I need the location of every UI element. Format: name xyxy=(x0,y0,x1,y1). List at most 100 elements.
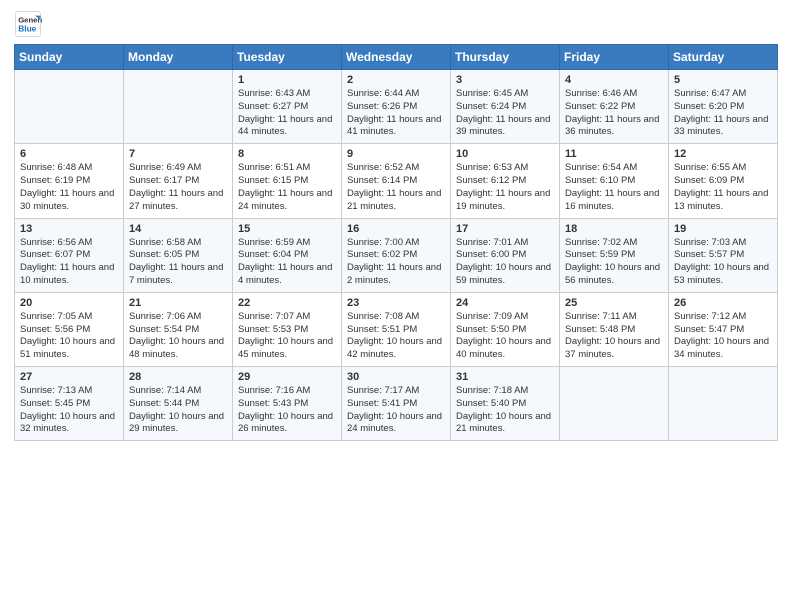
calendar-cell: 26 Sunrise: 7:12 AM Sunset: 5:47 PM Dayli… xyxy=(669,292,778,366)
day-info: Sunrise: 6:48 AM Sunset: 6:19 PM Dayligh… xyxy=(20,162,118,213)
calendar-cell: 10Sunrise: 6:53 AM Sunset: 6:12 PM Dayli… xyxy=(451,144,560,218)
day-number: 3 xyxy=(456,74,554,86)
calendar-cell xyxy=(669,367,778,441)
calendar-cell: 13 Sunrise: 6:56 AM Sunset: 6:07 PM Dayli… xyxy=(15,218,124,292)
calendar-header-tuesday: Tuesday xyxy=(233,45,342,70)
day-number: 29 xyxy=(238,371,336,383)
day-info: Sunrise: 6:47 AM Sunset: 6:20 PM Dayligh… xyxy=(674,88,772,139)
calendar-cell: 27 Sunrise: 7:13 AM Sunset: 5:45 PM Dayli… xyxy=(15,367,124,441)
calendar-header-friday: Friday xyxy=(560,45,669,70)
day-info: Sunrise: 6:52 AM Sunset: 6:14 PM Dayligh… xyxy=(347,162,445,213)
calendar-week-row: 6Sunrise: 6:48 AM Sunset: 6:19 PM Daylig… xyxy=(15,144,778,218)
calendar-cell: 17 Sunrise: 7:01 AM Sunset: 6:00 PM Dayli… xyxy=(451,218,560,292)
calendar-cell xyxy=(560,367,669,441)
day-number: 16 xyxy=(347,223,445,235)
page: General Blue SundayMondayTuesdayWednesda… xyxy=(0,0,792,612)
day-info: Sunrise: 7:12 AM Sunset: 5:47 PM Dayligh… xyxy=(674,311,772,362)
calendar-cell: 1 Sunrise: 6:43 AM Sunset: 6:27 PM Daylig… xyxy=(233,70,342,144)
day-info: Sunrise: 6:56 AM Sunset: 6:07 PM Dayligh… xyxy=(20,237,118,288)
calendar-cell: 16 Sunrise: 7:00 AM Sunset: 6:02 PM Dayli… xyxy=(342,218,451,292)
header: General Blue xyxy=(14,10,778,38)
calendar-cell xyxy=(124,70,233,144)
day-info: Sunrise: 7:18 AM Sunset: 5:40 PM Dayligh… xyxy=(456,385,554,436)
day-number: 21 xyxy=(129,297,227,309)
day-number: 26 xyxy=(674,297,772,309)
day-number: 15 xyxy=(238,223,336,235)
calendar-cell: 24 Sunrise: 7:09 AM Sunset: 5:50 PM Dayli… xyxy=(451,292,560,366)
day-info: Sunrise: 6:51 AM Sunset: 6:15 PM Dayligh… xyxy=(238,162,336,213)
calendar-table: SundayMondayTuesdayWednesdayThursdayFrid… xyxy=(14,44,778,441)
calendar-week-row: 13 Sunrise: 6:56 AM Sunset: 6:07 PM Dayli… xyxy=(15,218,778,292)
logo-icon: General Blue xyxy=(14,10,42,38)
day-info: Sunrise: 7:11 AM Sunset: 5:48 PM Dayligh… xyxy=(565,311,663,362)
day-number: 4 xyxy=(565,74,663,86)
day-info: Sunrise: 7:13 AM Sunset: 5:45 PM Dayligh… xyxy=(20,385,118,436)
day-number: 23 xyxy=(347,297,445,309)
day-number: 1 xyxy=(238,74,336,86)
calendar-cell: 5 Sunrise: 6:47 AM Sunset: 6:20 PM Daylig… xyxy=(669,70,778,144)
day-info: Sunrise: 6:45 AM Sunset: 6:24 PM Dayligh… xyxy=(456,88,554,139)
day-info: Sunrise: 6:43 AM Sunset: 6:27 PM Dayligh… xyxy=(238,88,336,139)
day-number: 14 xyxy=(129,223,227,235)
day-number: 30 xyxy=(347,371,445,383)
day-number: 22 xyxy=(238,297,336,309)
day-number: 27 xyxy=(20,371,118,383)
day-info: Sunrise: 7:06 AM Sunset: 5:54 PM Dayligh… xyxy=(129,311,227,362)
day-number: 13 xyxy=(20,223,118,235)
day-number: 5 xyxy=(674,74,772,86)
day-info: Sunrise: 7:01 AM Sunset: 6:00 PM Dayligh… xyxy=(456,237,554,288)
calendar-week-row: 27 Sunrise: 7:13 AM Sunset: 5:45 PM Dayli… xyxy=(15,367,778,441)
calendar-header-sunday: Sunday xyxy=(15,45,124,70)
day-info: Sunrise: 7:09 AM Sunset: 5:50 PM Dayligh… xyxy=(456,311,554,362)
day-info: Sunrise: 7:00 AM Sunset: 6:02 PM Dayligh… xyxy=(347,237,445,288)
day-info: Sunrise: 7:07 AM Sunset: 5:53 PM Dayligh… xyxy=(238,311,336,362)
day-info: Sunrise: 7:17 AM Sunset: 5:41 PM Dayligh… xyxy=(347,385,445,436)
calendar-cell: 6Sunrise: 6:48 AM Sunset: 6:19 PM Daylig… xyxy=(15,144,124,218)
calendar-cell: 7 Sunrise: 6:49 AM Sunset: 6:17 PM Daylig… xyxy=(124,144,233,218)
calendar-header-wednesday: Wednesday xyxy=(342,45,451,70)
day-info: Sunrise: 6:55 AM Sunset: 6:09 PM Dayligh… xyxy=(674,162,772,213)
day-number: 20 xyxy=(20,297,118,309)
svg-text:Blue: Blue xyxy=(18,24,36,34)
calendar-cell: 4 Sunrise: 6:46 AM Sunset: 6:22 PM Daylig… xyxy=(560,70,669,144)
day-number: 18 xyxy=(565,223,663,235)
day-info: Sunrise: 6:49 AM Sunset: 6:17 PM Dayligh… xyxy=(129,162,227,213)
day-info: Sunrise: 6:54 AM Sunset: 6:10 PM Dayligh… xyxy=(565,162,663,213)
day-info: Sunrise: 6:46 AM Sunset: 6:22 PM Dayligh… xyxy=(565,88,663,139)
day-info: Sunrise: 7:16 AM Sunset: 5:43 PM Dayligh… xyxy=(238,385,336,436)
day-number: 2 xyxy=(347,74,445,86)
day-info: Sunrise: 6:53 AM Sunset: 6:12 PM Dayligh… xyxy=(456,162,554,213)
calendar-cell: 25 Sunrise: 7:11 AM Sunset: 5:48 PM Dayli… xyxy=(560,292,669,366)
calendar-week-row: 1 Sunrise: 6:43 AM Sunset: 6:27 PM Daylig… xyxy=(15,70,778,144)
day-number: 8 xyxy=(238,148,336,160)
calendar-cell: 21 Sunrise: 7:06 AM Sunset: 5:54 PM Dayli… xyxy=(124,292,233,366)
calendar-cell: 23Sunrise: 7:08 AM Sunset: 5:51 PM Dayli… xyxy=(342,292,451,366)
day-info: Sunrise: 6:44 AM Sunset: 6:26 PM Dayligh… xyxy=(347,88,445,139)
calendar-cell: 19Sunrise: 7:03 AM Sunset: 5:57 PM Dayli… xyxy=(669,218,778,292)
calendar-cell: 31 Sunrise: 7:18 AM Sunset: 5:40 PM Dayli… xyxy=(451,367,560,441)
day-number: 31 xyxy=(456,371,554,383)
calendar-cell: 14Sunrise: 6:58 AM Sunset: 6:05 PM Dayli… xyxy=(124,218,233,292)
day-number: 25 xyxy=(565,297,663,309)
day-number: 12 xyxy=(674,148,772,160)
day-number: 9 xyxy=(347,148,445,160)
calendar-cell xyxy=(15,70,124,144)
day-number: 7 xyxy=(129,148,227,160)
calendar-cell: 28Sunrise: 7:14 AM Sunset: 5:44 PM Dayli… xyxy=(124,367,233,441)
day-number: 11 xyxy=(565,148,663,160)
day-info: Sunrise: 6:59 AM Sunset: 6:04 PM Dayligh… xyxy=(238,237,336,288)
calendar-cell: 22 Sunrise: 7:07 AM Sunset: 5:53 PM Dayli… xyxy=(233,292,342,366)
logo: General Blue xyxy=(14,10,45,38)
calendar-cell: 3 Sunrise: 6:45 AM Sunset: 6:24 PM Daylig… xyxy=(451,70,560,144)
calendar-cell: 8 Sunrise: 6:51 AM Sunset: 6:15 PM Daylig… xyxy=(233,144,342,218)
calendar-cell: 12 Sunrise: 6:55 AM Sunset: 6:09 PM Dayli… xyxy=(669,144,778,218)
calendar-week-row: 20Sunrise: 7:05 AM Sunset: 5:56 PM Dayli… xyxy=(15,292,778,366)
day-number: 19 xyxy=(674,223,772,235)
calendar-cell: 11 Sunrise: 6:54 AM Sunset: 6:10 PM Dayli… xyxy=(560,144,669,218)
calendar-cell: 18Sunrise: 7:02 AM Sunset: 5:59 PM Dayli… xyxy=(560,218,669,292)
day-number: 17 xyxy=(456,223,554,235)
calendar-header-thursday: Thursday xyxy=(451,45,560,70)
calendar-header-row: SundayMondayTuesdayWednesdayThursdayFrid… xyxy=(15,45,778,70)
calendar-cell: 15 Sunrise: 6:59 AM Sunset: 6:04 PM Dayli… xyxy=(233,218,342,292)
day-number: 24 xyxy=(456,297,554,309)
